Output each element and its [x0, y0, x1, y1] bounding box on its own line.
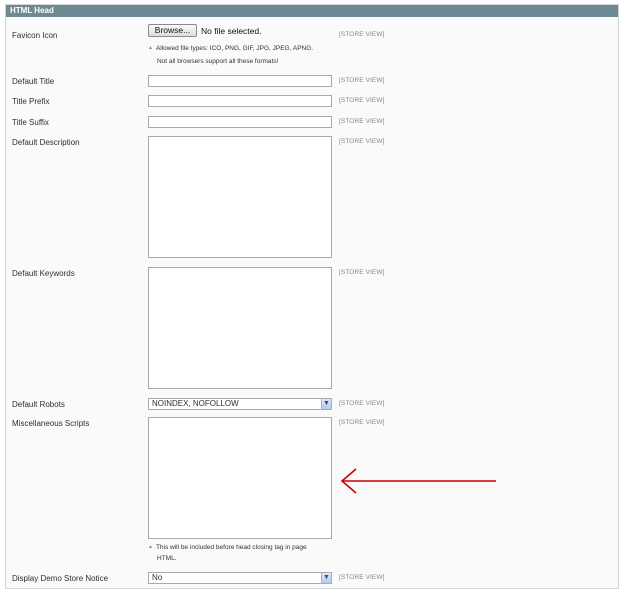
scope-title-prefix: [STORE VIEW]	[339, 97, 385, 104]
favicon-note-line1: Allowed file types: ICO, PNG, GIF, JPG, …	[155, 45, 314, 52]
scope-default-title: [STORE VIEW]	[339, 77, 385, 84]
default-keywords-textarea[interactable]	[148, 267, 332, 389]
favicon-label: Favicon Icon	[12, 31, 58, 40]
misc-scripts-textarea[interactable]	[148, 417, 332, 539]
title-suffix-input[interactable]	[148, 116, 332, 128]
demo-notice-value: No	[152, 573, 163, 582]
favicon-note-line2: Not all browsers support all these forma…	[157, 58, 279, 65]
annotation-arrow-icon	[340, 468, 496, 494]
misc-scripts-note-line1: This will be included before head closin…	[155, 544, 307, 551]
title-prefix-input[interactable]	[148, 95, 332, 107]
default-keywords-label: Default Keywords	[12, 269, 75, 278]
scope-default-keywords: [STORE VIEW]	[339, 269, 385, 276]
default-description-label: Default Description	[12, 138, 80, 147]
title-suffix-label: Title Suffix	[12, 118, 49, 127]
title-prefix-label: Title Prefix	[12, 97, 50, 106]
favicon-note: ▲ Allowed file types: ICO, PNG, GIF, JPG,…	[148, 42, 313, 55]
default-robots-label: Default Robots	[12, 400, 65, 409]
demo-notice-select[interactable]: No ▼	[148, 572, 332, 584]
default-description-textarea[interactable]	[148, 136, 332, 258]
browse-button[interactable]: Browse...	[148, 24, 197, 37]
chevron-down-icon[interactable]: ▼	[321, 399, 331, 409]
scope-misc-scripts: [STORE VIEW]	[339, 419, 385, 426]
misc-scripts-note-line2: HTML.	[157, 555, 177, 562]
scope-default-robots: [STORE VIEW]	[339, 400, 385, 407]
file-status: No file selected.	[201, 26, 262, 36]
triangle-icon: ▲	[148, 45, 153, 51]
scope-default-description: [STORE VIEW]	[339, 138, 385, 145]
default-title-input[interactable]	[148, 75, 332, 87]
scope-title-suffix: [STORE VIEW]	[339, 118, 385, 125]
default-title-label: Default Title	[12, 77, 55, 86]
triangle-icon: ▲	[148, 544, 153, 550]
chevron-down-icon[interactable]: ▼	[321, 573, 331, 583]
default-robots-value: NOINDEX, NOFOLLOW	[152, 399, 239, 408]
scope-favicon: [STORE VIEW]	[339, 31, 385, 38]
scope-demo-notice: [STORE VIEW]	[339, 574, 385, 581]
misc-scripts-label: Miscellaneous Scripts	[12, 419, 90, 428]
default-robots-select[interactable]: NOINDEX, NOFOLLOW ▼	[148, 398, 332, 410]
section-header: HTML Head	[6, 5, 618, 17]
demo-notice-label: Display Demo Store Notice	[12, 574, 109, 583]
